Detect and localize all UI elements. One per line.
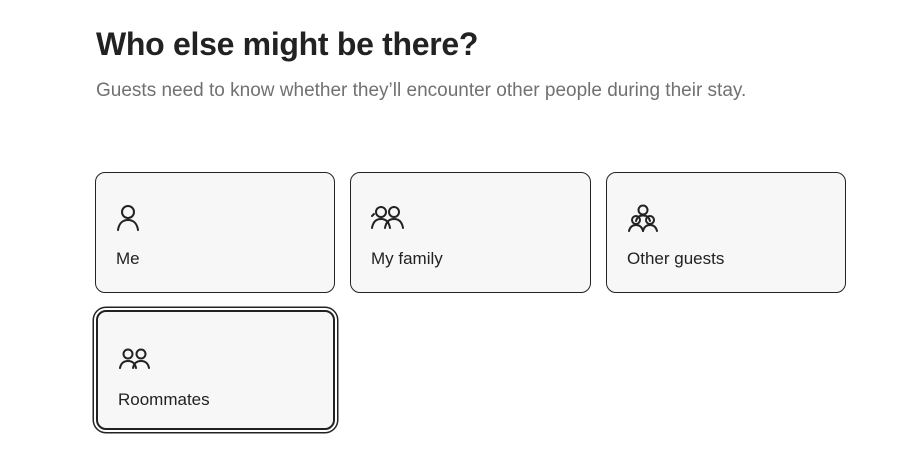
family-icon	[371, 203, 405, 233]
option-cards: Me My family Other guests Roommates	[0, 0, 913, 454]
roommates-icon	[118, 346, 152, 376]
option-card-other-guests[interactable]: Other guests	[606, 172, 846, 293]
single-person-icon	[116, 203, 150, 233]
option-card-me[interactable]: Me	[95, 172, 335, 293]
option-card-my-family[interactable]: My family	[350, 172, 591, 293]
option-label-roommates: Roommates	[118, 390, 210, 409]
option-label-my-family: My family	[371, 249, 443, 268]
option-label-me: Me	[116, 249, 140, 268]
other-guests-icon	[627, 203, 661, 233]
option-label-other-guests: Other guests	[627, 249, 725, 268]
option-card-roommates[interactable]: Roommates	[96, 310, 335, 430]
